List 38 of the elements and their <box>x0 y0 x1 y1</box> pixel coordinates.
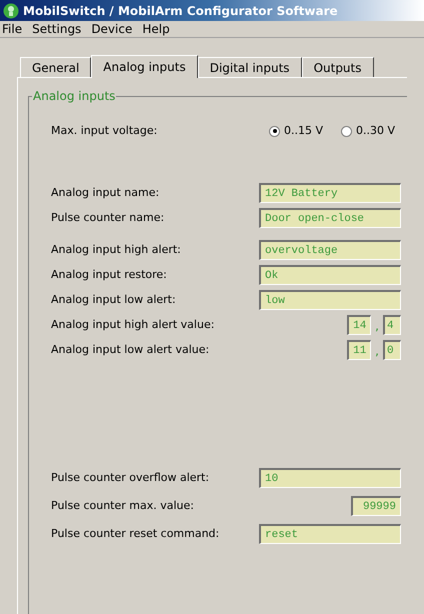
field-label: Pulse counter reset command: <box>51 526 220 542</box>
field-label: Analog input high alert value: <box>51 316 214 333</box>
field-label: Analog input restore: <box>51 266 167 283</box>
field-label: Pulse counter name: <box>51 210 164 226</box>
field-label: Analog input name: <box>51 184 160 201</box>
input-field[interactable]: 4 <box>383 315 401 335</box>
field-label: Pulse counter overflow alert: <box>51 470 210 486</box>
menu-item[interactable]: File <box>2 20 22 38</box>
field-label: Analog input high alert: <box>51 242 181 258</box>
input-field[interactable]: 11 <box>347 340 372 360</box>
window-title: MobilSwitch / MobilArm Configurator Software <box>23 2 338 20</box>
field-label: Analog input low alert: <box>51 292 176 308</box>
input-field[interactable]: 99999 <box>351 496 401 516</box>
group-title: Analog inputs <box>32 88 116 104</box>
input-field[interactable]: 14 <box>347 315 372 335</box>
input-field[interactable]: 0 <box>383 340 401 360</box>
field-label: Max. input voltage: <box>51 122 158 139</box>
radio-option[interactable]: 0..15 V <box>269 122 324 140</box>
menu-item[interactable]: Settings <box>32 20 82 38</box>
input-field[interactable]: 10 <box>259 468 401 488</box>
decimal-separator: , <box>375 318 379 335</box>
tab[interactable]: Analog inputs <box>91 55 198 78</box>
field-label: Pulse counter max. value: <box>51 498 194 514</box>
input-field[interactable]: Ok <box>259 265 401 285</box>
radio-option[interactable]: 0..30 V <box>341 122 396 140</box>
app-icon <box>3 2 19 18</box>
tab[interactable]: General <box>20 57 92 77</box>
input-field[interactable]: reset <box>259 524 401 544</box>
input-field[interactable]: low <box>259 290 401 310</box>
input-field[interactable]: Door open-close <box>259 208 401 228</box>
decimal-separator: , <box>375 343 379 360</box>
menu-item[interactable]: Device <box>91 20 132 38</box>
input-field[interactable]: 12V Battery <box>259 183 401 203</box>
input-field[interactable]: overvoltage <box>259 240 401 260</box>
menu-item[interactable]: Help <box>142 20 170 38</box>
tab[interactable]: Digital inputs <box>198 57 302 77</box>
field-label: Analog input low alert value: <box>51 342 210 358</box>
tab[interactable]: Outputs <box>302 57 374 77</box>
